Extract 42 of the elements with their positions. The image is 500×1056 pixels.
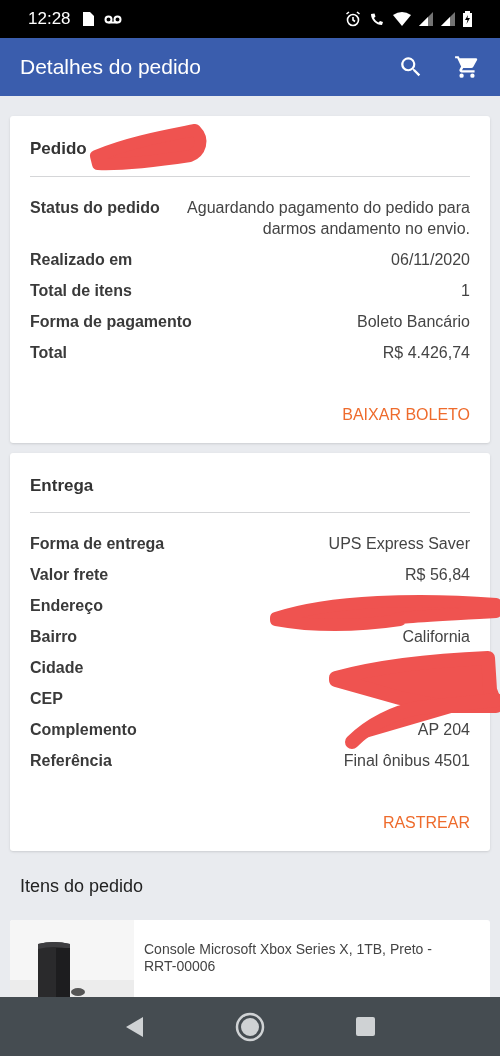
product-name: Console Microsoft Xbox Series X, 1TB, Preto - RRT-00006 [143,940,433,976]
field-label: Total de itens [30,280,132,301]
app-bar-title: Detalhes do pedido [20,54,202,81]
field-value: R$ 4.426,74 [382,342,470,363]
field-label: Forma de pagamento [30,311,192,332]
card-title: Entrega [30,472,470,513]
field-label: Cidade [30,658,84,678]
home-button[interactable] [234,1011,265,1042]
signal-icon [419,12,433,26]
field-label: Realizado em [30,249,133,270]
section-title: Itens do pedido [19,875,145,898]
wifi-icon [393,12,411,26]
sim-card-icon [82,12,94,26]
recents-button[interactable] [355,1017,375,1036]
field-value: Boleto Bancário [357,311,470,332]
alarm-icon [345,11,361,27]
field-value: California [402,627,470,647]
field-label: CEP [30,689,63,709]
field-label: Valor frete [30,565,109,585]
status-time: 12:28 [28,8,71,31]
back-button[interactable] [125,1016,144,1037]
action-link[interactable]: BAIXAR BOLETO [342,402,470,427]
battery-charging-icon [463,11,472,27]
product-card[interactable]: Console Microsoft Xbox Series X, 1TB, Preto - RRT-00006 [10,920,490,997]
field-label: Complemento [30,720,137,740]
field-value: UPS Express Saver [328,534,470,554]
field-label: Referência [30,751,112,771]
field-value: 1 [461,280,470,301]
signal-icon [441,12,455,26]
field-label: Bairro [30,627,78,647]
field-value: AP 204 [417,720,470,740]
field-label: Total [30,342,68,363]
field-label: Forma de entrega [30,534,165,554]
field-value: Aguardando pagamento do pedido para darmos andamento no envio. [186,197,470,239]
action-link[interactable]: RASTREAR [382,811,470,835]
field-value: 06/11/2020 [391,249,470,270]
field-label: Endereço [30,596,103,616]
field-label: Status do pedido [30,197,160,218]
field-value: Final ônibus 4501 [343,751,470,771]
cart-icon[interactable] [454,54,480,80]
field-value: R$ 56,84 [405,565,470,585]
voicemail-icon [103,14,122,24]
